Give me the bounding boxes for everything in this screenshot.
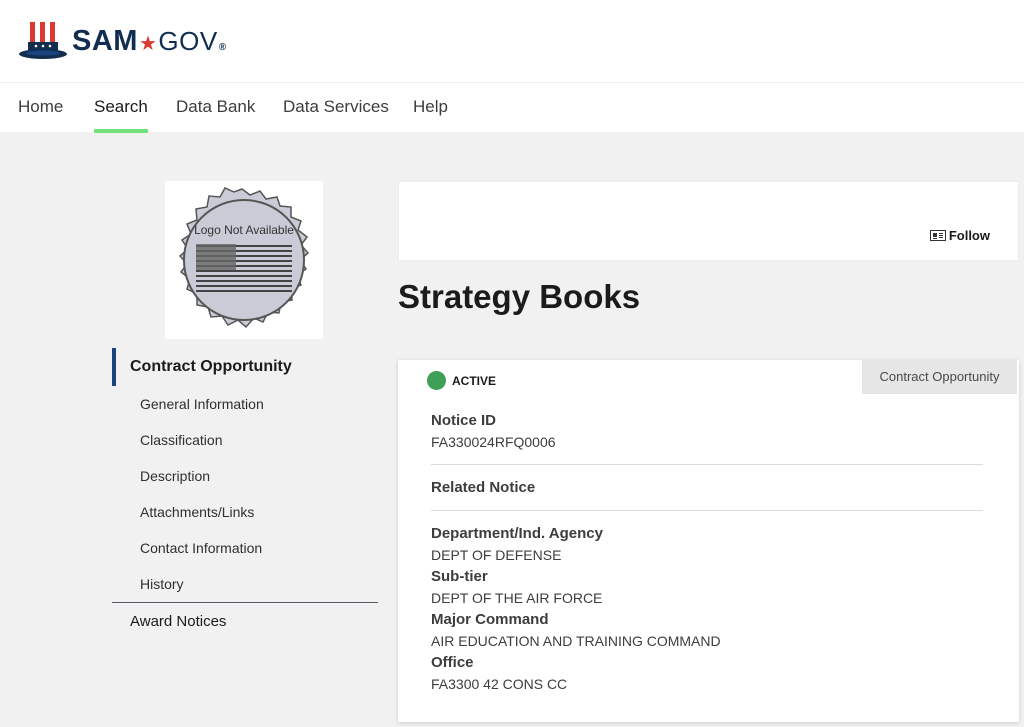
nav-search[interactable]: Search	[94, 97, 148, 133]
brand-name: SAM	[72, 24, 138, 57]
nav-home[interactable]: Home	[18, 97, 63, 133]
site-header: SAM ★ GOV ®	[0, 0, 1024, 82]
notice-id-label: Notice ID	[431, 412, 497, 429]
notice-id-value: FA330024RFQ0006	[431, 434, 556, 450]
department-value: DEPT OF DEFENSE	[431, 547, 562, 563]
page-title: Strategy Books	[398, 278, 641, 315]
uncle-sam-hat-icon	[19, 22, 67, 59]
sidebar-item-classification[interactable]: Classification	[112, 422, 378, 458]
notice-fields: Notice ID FA330024RFQ0006 Related Notice…	[431, 410, 983, 695]
sidebar-item-history[interactable]: History	[112, 566, 378, 602]
star-icon: ★	[138, 32, 158, 55]
major-command-label: Major Command	[431, 611, 549, 628]
nav-data-bank[interactable]: Data Bank	[176, 97, 255, 133]
nav-help[interactable]: Help	[413, 97, 448, 133]
main-nav: Home Search Data Bank Data Services Help	[0, 82, 1024, 133]
brand-gov: GOV	[158, 25, 218, 56]
sidebar-item-contact-information[interactable]: Contact Information	[112, 530, 378, 566]
follow-button[interactable]: Follow	[929, 228, 990, 243]
sam-gov-logo[interactable]: SAM ★ GOV ®	[18, 20, 227, 62]
sidebar-item-general-information[interactable]: General Information	[112, 386, 378, 422]
follow-card: Follow	[398, 181, 1019, 261]
registered-icon: ®	[218, 41, 227, 53]
status-text: ACTIVE	[452, 373, 497, 388]
notice-type-tab: Contract Opportunity	[862, 360, 1017, 394]
sidebar-nav: Contract Opportunity General Information…	[112, 348, 378, 641]
sidebar-item-award-notices[interactable]: Award Notices	[112, 603, 378, 641]
office-value: FA3300 42 CONS CC	[431, 676, 568, 692]
agency-logo-placeholder: Logo Not Available	[165, 181, 323, 339]
sidebar-item-attachments-links[interactable]: Attachments/Links	[112, 494, 378, 530]
subtier-label: Sub-tier	[431, 568, 488, 585]
follow-label: Follow	[948, 228, 990, 243]
related-notice-label: Related Notice	[431, 479, 536, 496]
status-badge: ACTIVE	[427, 371, 496, 390]
subtier-value: DEPT OF THE AIR FORCE	[431, 590, 603, 606]
newspaper-icon	[929, 230, 946, 241]
office-label: Office	[431, 654, 474, 671]
notice-card: Contract Opportunity ACTIVE Notice ID FA…	[398, 360, 1019, 722]
sidebar-item-contract-opportunity[interactable]: Contract Opportunity	[112, 348, 378, 386]
department-label: Department/Ind. Agency	[431, 525, 603, 542]
nav-data-services[interactable]: Data Services	[283, 97, 389, 133]
divider	[431, 464, 983, 465]
sidebar-item-description[interactable]: Description	[112, 458, 378, 494]
major-command-value: AIR EDUCATION AND TRAINING COMMAND	[431, 633, 721, 649]
status-dot-icon	[427, 371, 446, 390]
seal-icon: Logo Not Available	[178, 187, 310, 329]
sam-gov-wordmark: SAM ★ GOV ®	[72, 25, 227, 58]
seal-text: Logo Not Available	[194, 223, 294, 237]
divider	[431, 510, 983, 511]
